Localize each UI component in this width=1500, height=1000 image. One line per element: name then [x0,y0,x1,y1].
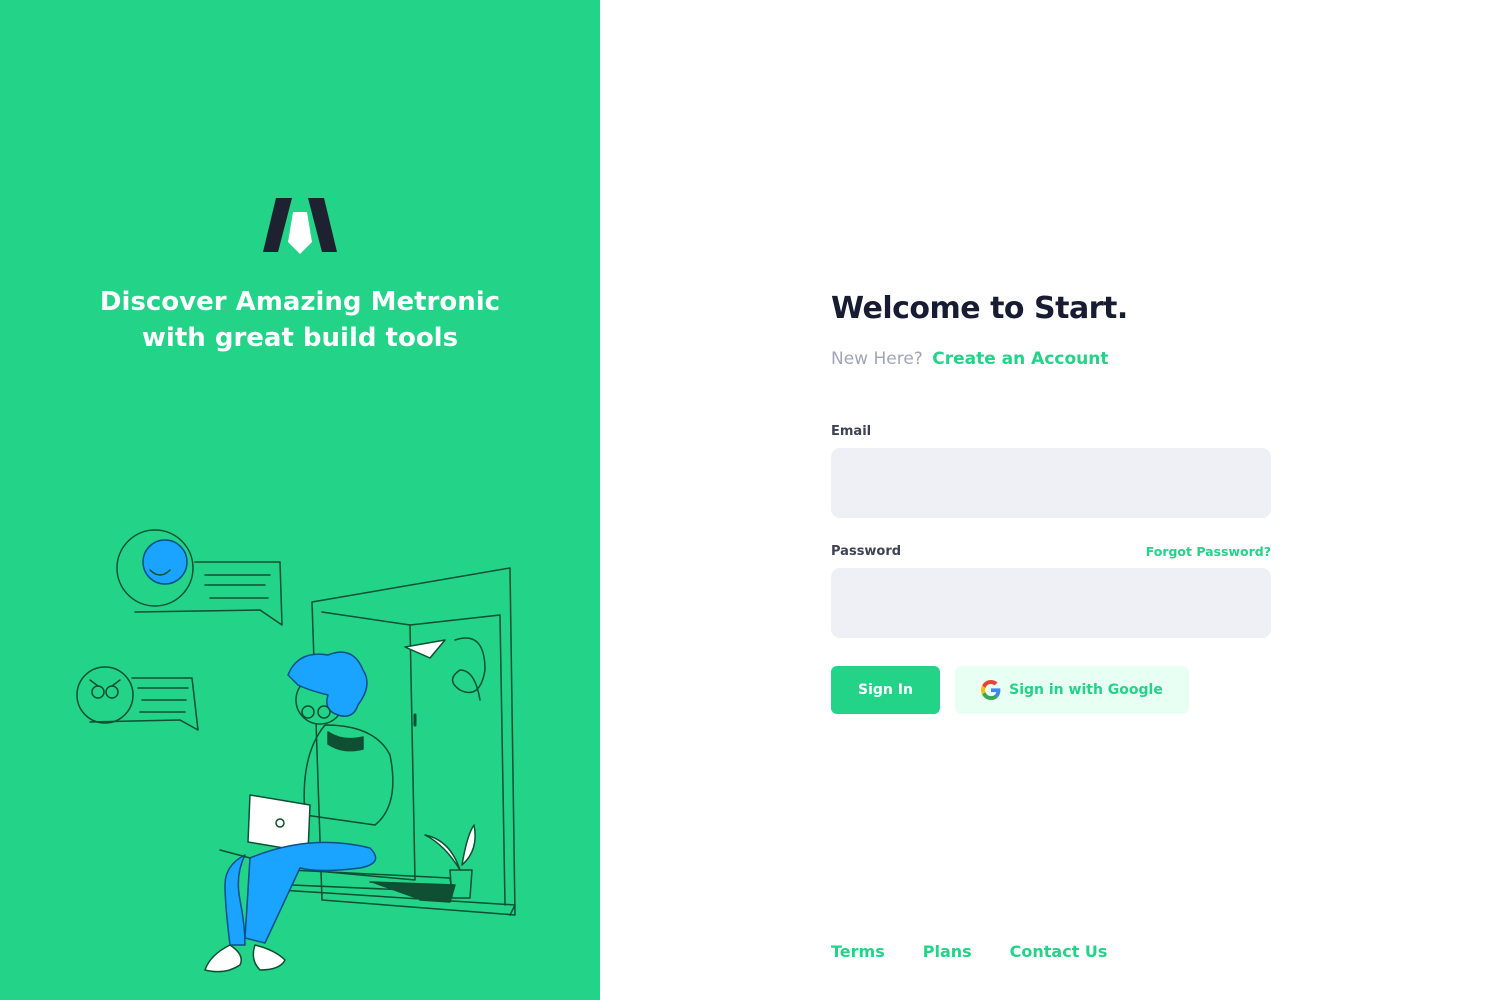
aside-tagline-line2: with great build tools [141,323,459,353]
new-here-text: New Here? [831,349,923,369]
aside-tagline: Discover Amazing Metronic with great bui… [0,284,600,356]
footer-link-contact-us[interactable]: Contact Us [1010,942,1108,961]
password-field[interactable] [831,568,1271,638]
signin-form: Welcome to Start. New Here? Create an Ac… [831,290,1271,714]
google-sign-in-label: Sign in with Google [1009,682,1163,698]
page-title: Welcome to Start. [831,291,1128,326]
google-icon [981,680,1001,700]
sign-in-button[interactable]: Sign In [831,666,940,714]
footer-link-plans[interactable]: Plans [923,942,972,961]
metronic-logo-icon [263,198,337,254]
password-field-group: Password Forgot Password? [831,542,1271,638]
aside-tagline-line1: Discover Amazing Metronic [99,287,501,317]
google-sign-in-button[interactable]: Sign in with Google [955,666,1189,714]
signin-main-panel: Welcome to Start. New Here? Create an Ac… [600,0,1500,1000]
left-aside-panel: Discover Amazing Metronic with great bui… [0,0,600,1000]
footer-links: Terms Plans Contact Us [831,942,1107,961]
create-account-link[interactable]: Create an Account [932,349,1108,369]
email-field[interactable] [831,448,1271,518]
email-label: Email [831,423,872,439]
footer-link-terms[interactable]: Terms [831,942,885,961]
forgot-password-link[interactable]: Forgot Password? [1146,544,1271,559]
person-with-laptop-illustration [76,529,516,973]
password-label: Password [831,543,902,559]
new-here-line: New Here? Create an Account [831,348,1271,370]
email-field-group: Email [831,422,1271,518]
form-actions: Sign In Sign in with Google [831,666,1189,714]
